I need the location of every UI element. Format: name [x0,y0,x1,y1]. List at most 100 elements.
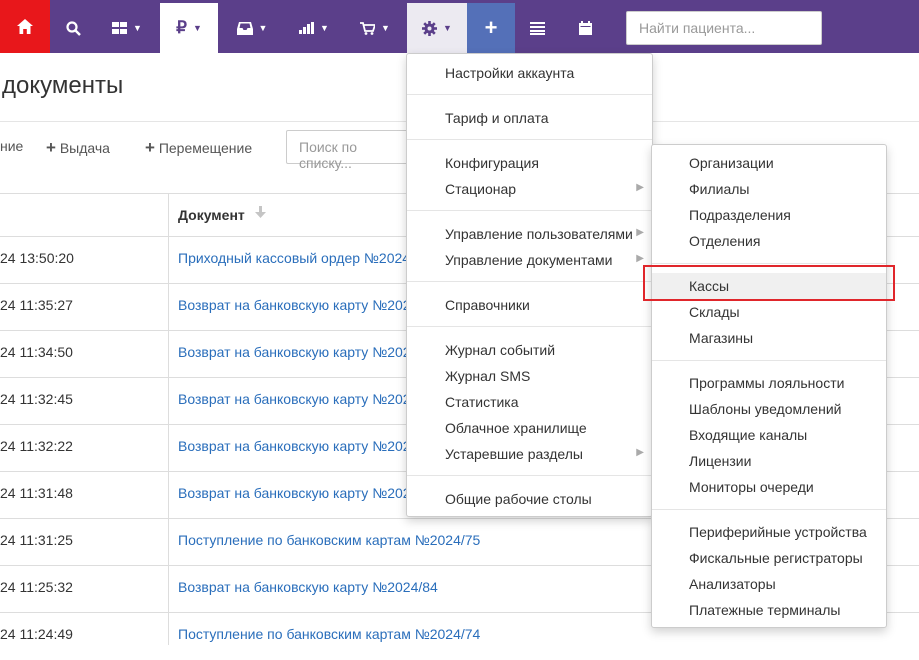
menu-divider [407,139,652,140]
gear-icon [422,20,438,36]
chevron-down-icon: ▼ [133,23,142,33]
submenu-item-departments[interactable]: Отделения [652,228,886,254]
menu-item-legacy-sections[interactable]: Устаревшие разделы ▶ [407,441,652,467]
home-button[interactable] [0,0,50,53]
date-cell: 24 13:50:20 [0,250,74,266]
submenu-item-incoming-channels[interactable]: Входящие каналы [652,422,886,448]
menu-item-event-log[interactable]: Журнал событий [407,337,652,363]
document-link[interactable]: Приходный кассовый ордер №2024 [178,250,410,266]
plus-icon: + [46,138,56,157]
submenu-item-analyzers[interactable]: Анализаторы [652,571,886,597]
chevron-down-icon: ▼ [381,23,390,33]
submenu-item-label: Входящие каналы [689,427,808,443]
menu-item-label: Управление пользователями [445,226,633,242]
calendar-button[interactable] [563,3,608,53]
menu-item-cloud-storage[interactable]: Облачное хранилище [407,415,652,441]
submenu-item-branches[interactable]: Филиалы [652,176,886,202]
submenu-item-warehouses[interactable]: Склады [652,299,886,325]
inbox-menu-button[interactable]: ▼ [221,3,283,53]
document-link[interactable]: Возврат на банковскую карту №202 [178,344,411,360]
document-link[interactable]: Возврат на банковскую карту №2024/84 [178,579,438,595]
menu-item-label: Статистика [445,394,519,410]
menu-item-label: Управление документами [445,252,613,268]
menu-item-statistics[interactable]: Статистика [407,389,652,415]
menu-item-label: Устаревшие разделы [445,446,583,462]
menu-divider [652,263,886,264]
date-cell: 24 11:32:22 [0,438,73,454]
submenu-item-fiscal-registrars[interactable]: Фискальные регистраторы [652,545,886,571]
move-button-label: Перемещение [158,140,253,156]
document-link[interactable]: Возврат на банковскую карту №202 [178,438,411,454]
menu-item-label: Настройки аккаунта [445,65,575,81]
menu-item-label: Общие рабочие столы [445,491,592,507]
patient-search-input[interactable]: Найти пациента... [626,11,822,45]
issue-button[interactable]: + Выдача [46,138,110,158]
menu-item-shared-desktops[interactable]: Общие рабочие столы [407,486,652,512]
menu-item-tariff-payment[interactable]: Тариф и оплата [407,105,652,131]
menu-item-sms-log[interactable]: Журнал SMS [407,363,652,389]
toolbar-partial-button[interactable]: ние [0,138,23,154]
move-button[interactable]: + Перемещение [145,138,252,158]
add-button[interactable]: + [467,3,515,53]
document-link[interactable]: Возврат на банковскую карту №202 [178,485,411,501]
grid-icon [112,22,128,34]
submenu-item-label: Анализаторы [689,576,776,592]
column-header-document[interactable]: Документ [178,207,245,223]
grid-menu-button[interactable]: ▼ [96,3,158,53]
inbox-icon [236,21,253,35]
search-icon [65,20,81,36]
chart-icon [299,22,315,34]
document-link[interactable]: Возврат на банковскую карту №202 [178,297,411,313]
chevron-right-icon: ▶ [636,253,644,264]
page-title: документы [2,72,124,99]
plus-icon: + [145,138,155,157]
submenu-item-subdivisions[interactable]: Подразделения [652,202,886,228]
submenu-item-organizations[interactable]: Организации [652,150,886,176]
submenu-item-licenses[interactable]: Лицензии [652,448,886,474]
submenu-item-notification-templates[interactable]: Шаблоны уведомлений [652,396,886,422]
sort-down-icon[interactable] [255,206,266,221]
document-link[interactable]: Поступление по банковским картам №2024/7… [178,626,480,642]
document-link[interactable]: Поступление по банковским картам №2024/7… [178,532,480,548]
submenu-item-stores[interactable]: Магазины [652,325,886,351]
finance-menu-button[interactable]: ₽ ▼ [160,3,218,53]
menu-item-configuration[interactable]: Конфигурация [407,150,652,176]
ruble-icon: ₽ [176,18,187,37]
menu-item-account-settings[interactable]: Настройки аккаунта [407,60,652,86]
store-menu-button[interactable]: ▼ [345,3,405,53]
submenu-item-peripheral-devices[interactable]: Периферийные устройства [652,519,886,545]
menu-item-label: Журнал событий [445,342,556,358]
menu-item-label: Облачное хранилище [445,420,587,436]
cart-icon [360,21,376,35]
submenu-item-label: Периферийные устройства [689,524,867,540]
submenu-item-label: Склады [689,304,740,320]
document-link[interactable]: Возврат на банковскую карту №202 [178,391,411,407]
date-cell: 24 11:25:32 [0,579,73,595]
menu-item-label: Справочники [445,297,530,313]
menu-divider [652,509,886,510]
submenu-item-label: Филиалы [689,181,750,197]
menu-item-inpatient[interactable]: Стационар ▶ [407,176,652,202]
menu-item-label: Тариф и оплата [445,110,549,126]
date-cell: 24 11:31:48 [0,485,73,501]
chevron-down-icon: ▼ [443,23,452,33]
menu-item-user-management[interactable]: Управление пользователями ▶ [407,221,652,247]
chevron-right-icon: ▶ [636,182,644,193]
menu-item-reference-books[interactable]: Справочники [407,292,652,318]
reports-menu-button[interactable]: ▼ [284,3,344,53]
list-search-input[interactable]: Поиск по списку... [286,130,416,171]
submenu-item-payment-terminals[interactable]: Платежные терминалы [652,597,886,623]
submenu-item-queue-monitors[interactable]: Мониторы очереди [652,474,886,500]
submenu-item-loyalty-programs[interactable]: Программы лояльности [652,370,886,396]
list-button[interactable] [515,3,560,53]
settings-menu-button[interactable]: ▼ [407,3,467,53]
submenu-item-label: Магазины [689,330,754,346]
submenu-item-label: Подразделения [689,207,791,223]
menu-item-document-management[interactable]: Управление документами ▶ [407,247,652,273]
menu-divider [407,94,652,95]
issue-button-label: Выдача [59,140,110,156]
menu-item-label: Конфигурация [445,155,539,171]
date-cell: 24 11:24:49 [0,626,73,642]
search-button[interactable] [50,3,96,53]
date-cell: 24 11:31:25 [0,532,73,548]
